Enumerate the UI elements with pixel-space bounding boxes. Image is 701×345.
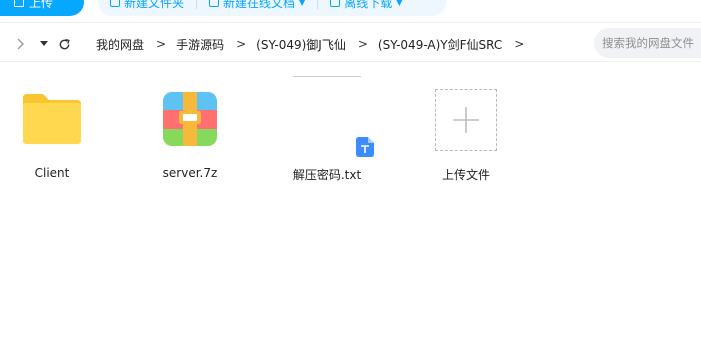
toolbar: 上传 新建文件夹 新建在线文档 ▼ 离线下载 ▼ — [0, 0, 701, 16]
new-folder-button[interactable]: 新建文件夹 — [98, 0, 196, 16]
search-input[interactable] — [600, 35, 701, 51]
history-dropdown-button[interactable] — [38, 33, 50, 55]
breadcrumb-separator: > — [156, 37, 167, 51]
chevron-down-icon: ▼ — [396, 0, 403, 7]
search-box — [594, 28, 701, 58]
folder-icon — [23, 94, 81, 144]
breadcrumb-item-root[interactable]: 我的网盘 — [96, 36, 144, 53]
download-icon — [330, 0, 341, 7]
breadcrumb-separator: > — [357, 37, 368, 51]
upload-drop-box[interactable] — [435, 89, 497, 151]
new-doc-icon — [209, 0, 220, 7]
plus-icon — [453, 107, 479, 133]
nav-divider — [0, 61, 701, 62]
breadcrumb-item-current: (SY-049-A)Y剑F仙SRC — [377, 37, 503, 52]
new-folder-label: 新建文件夹 — [124, 0, 185, 10]
file-name: Client — [34, 166, 70, 180]
refresh-icon — [59, 38, 70, 49]
archive-icon — [163, 92, 217, 146]
upload-file-label: 上传文件 — [441, 168, 490, 182]
breadcrumb-separator: > — [236, 37, 247, 51]
txt-file-icon — [356, 137, 374, 157]
offline-download-label: 离线下载 — [344, 0, 393, 10]
chevron-left-icon — [17, 38, 24, 50]
breadcrumb-item[interactable]: (SY-049)御J飞仙 — [256, 36, 346, 53]
upload-button[interactable]: 上传 — [0, 0, 84, 16]
file-name: 解压密码.txt — [292, 168, 362, 182]
breadcrumb-separator: > — [514, 37, 525, 51]
refresh-button[interactable] — [56, 33, 72, 55]
action-button-group: 新建文件夹 新建在线文档 ▼ 离线下载 ▼ — [98, 0, 446, 16]
back-button[interactable] — [12, 33, 28, 55]
chevron-down-icon: ▼ — [299, 0, 306, 7]
new-online-doc-button[interactable]: 新建在线文档 ▼ — [197, 0, 317, 16]
breadcrumb: 我的网盘 > 手游源码 > (SY-049)御J飞仙 > (SY-049-A)Y… — [96, 33, 534, 55]
offline-download-button[interactable]: 离线下载 ▼ — [318, 0, 414, 16]
toolbar-divider — [0, 22, 701, 23]
upload-icon — [14, 0, 24, 7]
caret-down-icon — [40, 41, 48, 46]
file-name: server.7z — [162, 166, 218, 180]
thumbnail-preview-line — [293, 76, 361, 77]
upload-button-label: 上传 — [29, 0, 54, 10]
breadcrumb-item[interactable]: 手游源码 — [176, 36, 224, 53]
new-folder-icon — [110, 0, 120, 7]
new-online-doc-label: 新建在线文档 — [223, 0, 296, 10]
